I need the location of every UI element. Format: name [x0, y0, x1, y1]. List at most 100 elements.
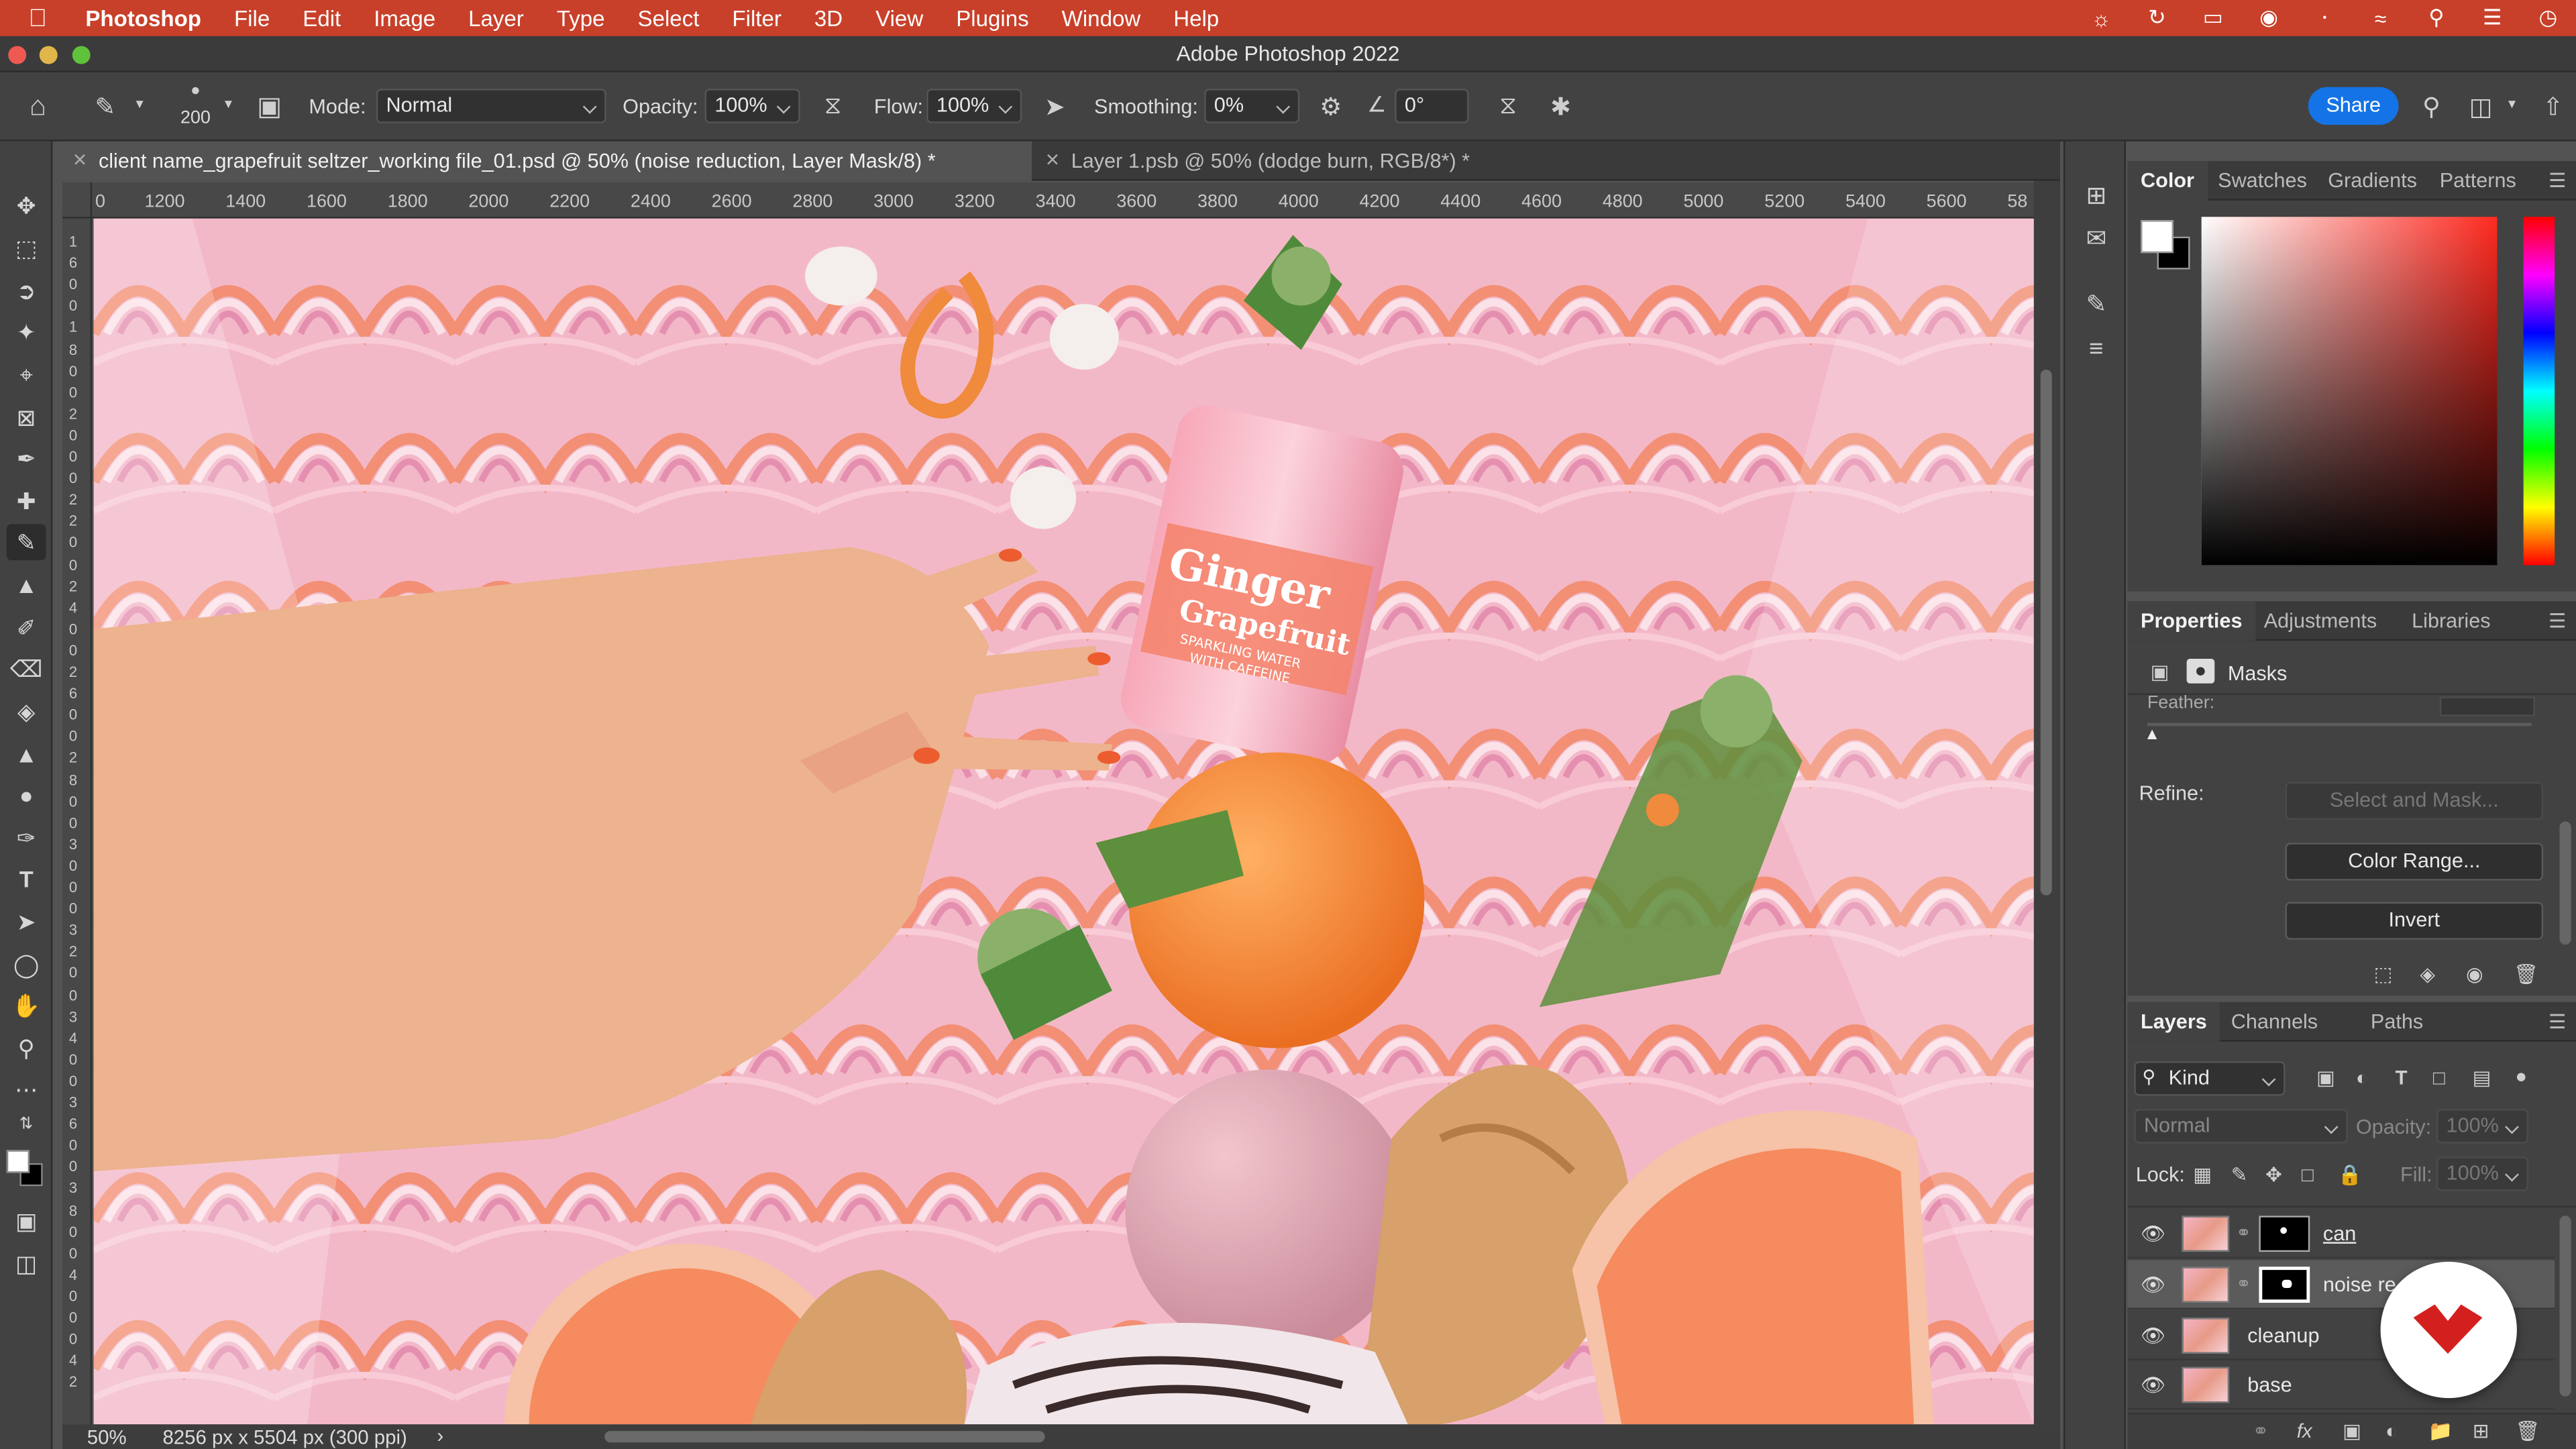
status-menu-arrow-icon[interactable]: › [437, 1424, 443, 1447]
tab-gradients[interactable]: Gradients [2315, 161, 2430, 201]
layer-visibility-eye-icon[interactable]: 👁 [2141, 1373, 2165, 1396]
opacity-input[interactable]: 100% [704, 89, 800, 123]
zoom-window-button[interactable] [72, 46, 91, 64]
brush-tip-icon[interactable]: ● [177, 82, 213, 100]
new-layer-icon[interactable]: ⊞ [2473, 1419, 2489, 1442]
menu-edit[interactable]: Edit [286, 6, 358, 31]
menu-select[interactable]: Select [621, 6, 716, 31]
layer-mask-thumbnail[interactable] [2259, 1267, 2310, 1303]
lasso-tool-icon[interactable]: ➲ [7, 273, 46, 309]
magic-wand-tool-icon[interactable]: ✦ [7, 314, 46, 350]
brush-settings-icon[interactable]: ▣ [253, 91, 286, 123]
tab-adjustments[interactable]: Adjustments [2251, 601, 2390, 641]
brush-tool-icon[interactable]: ✎ [6, 524, 46, 561]
layer-opacity-input[interactable]: 100% [2436, 1109, 2529, 1144]
spotlight-icon[interactable]: ⚲ [2408, 5, 2464, 31]
layer-name[interactable]: can [2323, 1209, 2356, 1258]
history-panel-icon[interactable]: ⊞ [2080, 180, 2112, 211]
zoom-level[interactable]: 50% [87, 1426, 127, 1449]
menu-filter[interactable]: Filter [716, 6, 798, 31]
lock-artboard-icon[interactable]: □ [2302, 1163, 2314, 1186]
blend-mode-select[interactable]: Normal [2134, 1109, 2348, 1144]
clock-icon[interactable]: ◷ [2520, 5, 2576, 31]
lock-all-icon[interactable]: 🔒 [2338, 1163, 2363, 1186]
horizontal-scrollbar-thumb[interactable] [604, 1431, 1045, 1443]
filter-pixel-icon[interactable]: ▣ [2316, 1066, 2335, 1089]
mask-link-chain-icon[interactable]: ⚭ [2236, 1273, 2251, 1294]
menu-window[interactable]: Window [1045, 6, 1157, 31]
layer-visibility-eye-icon[interactable]: 👁 [2141, 1273, 2165, 1296]
layer-row-can[interactable]: 👁 ⚭ can [2127, 1209, 2555, 1258]
path-selection-tool-icon[interactable]: ➤ [7, 904, 46, 940]
mask-visibility-eye-icon[interactable]: ◉ [2466, 963, 2483, 985]
layer-filter-kind-select[interactable]: ⚲ Kind [2134, 1061, 2286, 1096]
overlay-logo-badge[interactable] [2380, 1261, 2517, 1399]
apply-mask-icon[interactable]: ◈ [2420, 963, 2435, 985]
ellipse-tool-icon[interactable]: ◯ [7, 947, 46, 983]
select-and-mask-button[interactable]: Select and Mask... [2285, 782, 2544, 820]
layer-thumbnail[interactable] [2182, 1216, 2230, 1252]
pressure-size-icon[interactable]: ⧖ [1492, 92, 1525, 120]
ruler-origin[interactable] [62, 182, 93, 219]
menu-view[interactable]: View [859, 6, 940, 31]
quick-mask-icon[interactable]: ▣ [7, 1203, 46, 1239]
pen-tool-icon[interactable]: ✑ [7, 820, 46, 856]
scrollbar-thumb[interactable] [2040, 370, 2052, 896]
layer-name[interactable]: base [2247, 1360, 2292, 1409]
new-group-folder-icon[interactable]: 📁 [2428, 1419, 2453, 1442]
brush-angle-input[interactable]: 0° [1395, 89, 1469, 123]
mask-link-chain-icon[interactable]: ⚭ [2236, 1222, 2251, 1244]
vector-mask-icon[interactable]: ● [2186, 659, 2215, 684]
delete-mask-icon[interactable]: 🗑 [2514, 963, 2538, 985]
vertical-ruler[interactable]: 1 6 0 0 1 8 0 0 2 0 0 0 2 2 0 0 2 4 0 0 2 6 0 0 2 8 0 0 3 0 0 0 3 2 0 0 3 4 0 0… [62, 218, 93, 1425]
foreground-color-swatch[interactable] [6, 1150, 30, 1173]
menu-help[interactable]: Help [1157, 6, 1236, 31]
lock-transparent-icon[interactable]: ▦ [2193, 1163, 2212, 1186]
home-icon[interactable]: ⌂ [16, 91, 59, 123]
tab-patterns[interactable]: Patterns [2426, 161, 2529, 201]
control-center-icon[interactable]: ☰ [2464, 5, 2520, 31]
mode-select[interactable]: Normal [376, 89, 606, 123]
document-canvas[interactable]: Ginger Grapefruit SPARKLING WATER WITH C… [93, 218, 2034, 1425]
share-button[interactable]: Share [2308, 87, 2399, 125]
brush-tool-preset-icon[interactable]: ✎ [89, 92, 121, 122]
tab-libraries[interactable]: Libraries [2399, 601, 2504, 641]
healing-brush-tool-icon[interactable]: ✚ [7, 483, 46, 519]
panel-menu-icon[interactable]: ☰ [2548, 169, 2566, 192]
record-icon[interactable]: ◉ [2241, 5, 2296, 31]
clone-stamp-tool-icon[interactable]: ▲ [7, 567, 46, 603]
minimize-window-button[interactable] [39, 46, 58, 64]
panel-menu-icon[interactable]: ☰ [2548, 610, 2566, 633]
sync-icon[interactable]: ↻ [2129, 5, 2185, 31]
delete-layer-icon[interactable]: 🗑 [2515, 1419, 2540, 1442]
hand-tool-icon[interactable]: ✋ [7, 987, 46, 1024]
color-range-button[interactable]: Color Range... [2285, 843, 2544, 881]
menu-3d[interactable]: 3D [798, 6, 859, 31]
layer-name[interactable]: cleanup [2247, 1311, 2319, 1360]
pixel-mask-icon[interactable]: ▣ [2151, 660, 2169, 683]
close-tab-icon[interactable]: ✕ [72, 142, 88, 181]
menu-layer[interactable]: Layer [452, 6, 541, 31]
pressure-opacity-icon[interactable]: ⧖ [816, 92, 849, 120]
tab-channels[interactable]: Channels [2218, 1002, 2331, 1042]
tab-layer1-psb[interactable]: ✕ Layer 1.psb @ 50% (dodge burn, RGB/8*)… [1035, 142, 1511, 181]
tab-grapefruit-psd[interactable]: ✕ client name_grapefruit seltzer_working… [62, 141, 1032, 181]
dodge-tool-icon[interactable]: ● [7, 777, 46, 813]
close-window-button[interactable] [8, 46, 27, 64]
add-mask-icon[interactable]: ▣ [2343, 1419, 2361, 1442]
load-selection-icon[interactable]: ⬚ [2374, 963, 2393, 985]
swap-colors-icon[interactable]: ⇅ [7, 1114, 46, 1136]
invert-button[interactable]: Invert [2285, 902, 2544, 940]
filter-shape-icon[interactable]: □ [2433, 1066, 2445, 1089]
symmetry-icon[interactable]: ✱ [1544, 92, 1577, 122]
layer-visibility-eye-icon[interactable]: 👁 [2141, 1222, 2165, 1245]
link-layers-icon[interactable]: ⚭ [2253, 1419, 2269, 1442]
menu-file[interactable]: File [217, 6, 286, 31]
panel-menu-icon[interactable]: ☰ [2548, 1010, 2566, 1033]
feather-input[interactable] [2439, 696, 2535, 716]
canvas-vertical-scrollbar[interactable] [2033, 180, 2061, 1425]
layers-scrollbar[interactable] [2559, 1216, 2571, 1397]
brush-size-value[interactable]: 200 [176, 109, 215, 128]
display-icon[interactable]: ▭ [2185, 5, 2241, 31]
workspace-dropdown-icon[interactable]: ▾ [2504, 95, 2520, 113]
